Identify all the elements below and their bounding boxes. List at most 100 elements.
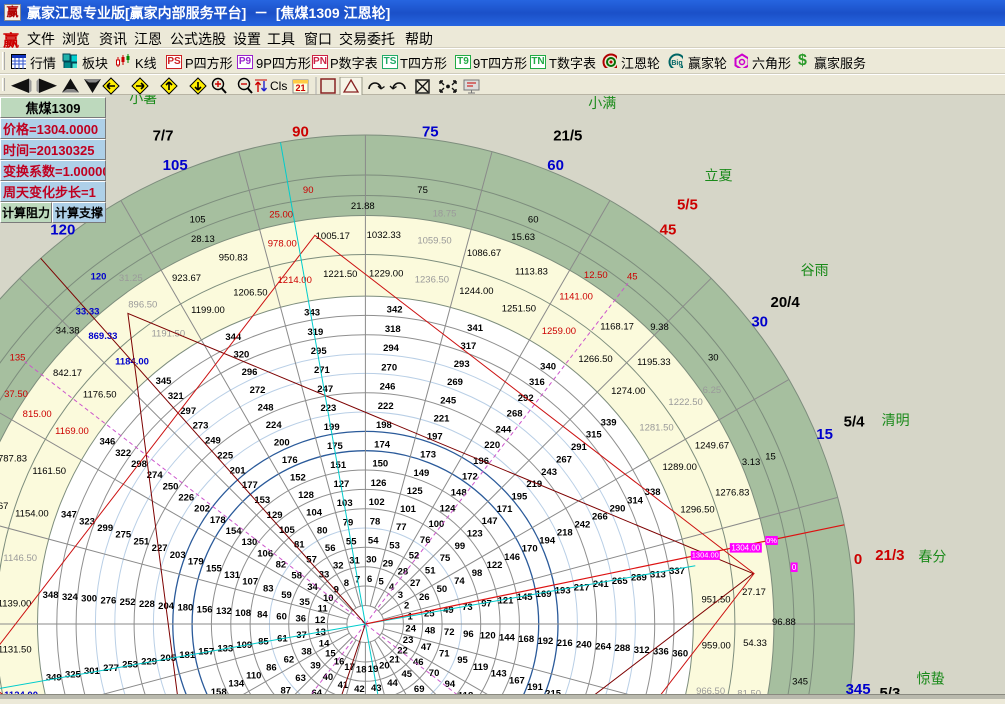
svg-text:1032.33: 1032.33 — [367, 230, 401, 241]
svg-text:226: 226 — [178, 493, 194, 504]
svg-text:173: 173 — [420, 450, 436, 461]
svg-text:1169.00: 1169.00 — [55, 426, 89, 437]
svg-text:314: 314 — [627, 495, 644, 506]
svg-text:320: 320 — [233, 350, 249, 361]
svg-text:130: 130 — [241, 537, 257, 548]
svg-text:176: 176 — [282, 455, 298, 466]
svg-text:27.17: 27.17 — [742, 587, 766, 598]
svg-text:35: 35 — [299, 597, 310, 608]
svg-text:6: 6 — [367, 574, 372, 585]
svg-text:102: 102 — [369, 497, 385, 508]
svg-text:240: 240 — [576, 640, 592, 651]
svg-text:216: 216 — [557, 638, 573, 649]
svg-text:152: 152 — [290, 473, 306, 484]
svg-text:815.00: 815.00 — [23, 409, 52, 420]
svg-text:218: 218 — [557, 528, 573, 539]
svg-text:1281.50: 1281.50 — [639, 422, 673, 433]
svg-text:21.88: 21.88 — [351, 201, 375, 212]
svg-text:293: 293 — [454, 359, 470, 370]
svg-text:1251.50: 1251.50 — [502, 303, 536, 314]
svg-text:179: 179 — [188, 557, 204, 568]
svg-text:33.33: 33.33 — [76, 307, 100, 318]
svg-text:950.83: 950.83 — [219, 253, 248, 264]
svg-text:787.83: 787.83 — [0, 453, 27, 464]
svg-text:21: 21 — [295, 83, 305, 93]
svg-text:300: 300 — [81, 594, 97, 605]
svg-text:360: 360 — [672, 649, 688, 660]
svg-text:167: 167 — [509, 675, 525, 686]
svg-text:347: 347 — [61, 510, 77, 521]
svg-text:2: 2 — [404, 600, 409, 611]
svg-text:120: 120 — [480, 631, 496, 642]
svg-text:194: 194 — [539, 536, 556, 547]
svg-text:3.13: 3.13 — [742, 457, 761, 468]
svg-text:348: 348 — [43, 590, 59, 601]
svg-text:75: 75 — [422, 123, 439, 140]
svg-text:0: 0 — [854, 551, 862, 568]
svg-text:4: 4 — [389, 582, 395, 593]
svg-text:6.25: 6.25 — [703, 385, 722, 396]
svg-text:106: 106 — [257, 548, 273, 559]
svg-text:222: 222 — [378, 401, 394, 412]
svg-text:1276.83: 1276.83 — [715, 487, 749, 498]
svg-text:174: 174 — [374, 439, 391, 450]
svg-text:29: 29 — [383, 559, 394, 570]
svg-text:18.75: 18.75 — [433, 209, 457, 220]
svg-text:217: 217 — [574, 582, 590, 593]
svg-text:59: 59 — [281, 590, 292, 601]
svg-text:156: 156 — [197, 604, 213, 615]
svg-text:83: 83 — [263, 583, 274, 594]
svg-text:252: 252 — [120, 597, 136, 608]
svg-text:38: 38 — [301, 646, 312, 657]
svg-text:132: 132 — [216, 606, 232, 617]
svg-text:小满: 小满 — [588, 95, 616, 111]
svg-text:1289.00: 1289.00 — [663, 462, 697, 473]
svg-text:193: 193 — [555, 586, 571, 597]
svg-text:5/4: 5/4 — [844, 414, 866, 431]
svg-text:44: 44 — [387, 678, 398, 689]
svg-text:50: 50 — [437, 584, 448, 595]
svg-text:288: 288 — [614, 643, 630, 654]
svg-text:271: 271 — [314, 365, 331, 376]
svg-text:276: 276 — [100, 596, 116, 607]
svg-text:62: 62 — [284, 655, 295, 666]
svg-text:25.00: 25.00 — [269, 210, 293, 221]
svg-text:78: 78 — [370, 516, 381, 527]
svg-text:45: 45 — [402, 669, 413, 680]
svg-text:272: 272 — [250, 385, 266, 396]
svg-text:248: 248 — [258, 402, 274, 413]
svg-text:谷雨: 谷雨 — [801, 262, 829, 278]
svg-text:104: 104 — [306, 508, 323, 519]
svg-text:72: 72 — [444, 627, 455, 638]
svg-text:100: 100 — [428, 519, 444, 530]
svg-text:153: 153 — [254, 495, 270, 506]
svg-text:177: 177 — [242, 480, 258, 491]
svg-text:21/5: 21/5 — [553, 127, 582, 144]
svg-text:Cls: Cls — [270, 79, 287, 93]
svg-text:203: 203 — [170, 550, 186, 561]
svg-text:294: 294 — [383, 343, 400, 354]
svg-text:95: 95 — [457, 655, 468, 666]
svg-text:978.00: 978.00 — [268, 239, 297, 250]
svg-text:1195.33: 1195.33 — [637, 357, 671, 368]
svg-text:321: 321 — [168, 391, 185, 402]
svg-text:168: 168 — [518, 634, 534, 645]
svg-text:21/3: 21/3 — [875, 547, 904, 564]
svg-text:105: 105 — [190, 214, 206, 225]
svg-text:154: 154 — [226, 526, 243, 537]
svg-text:180: 180 — [177, 603, 193, 614]
svg-text:12.50: 12.50 — [584, 270, 608, 281]
svg-text:170: 170 — [522, 544, 538, 555]
svg-text:1176.50: 1176.50 — [83, 389, 117, 400]
svg-text:1113.83: 1113.83 — [515, 267, 548, 278]
svg-text:9.38: 9.38 — [650, 322, 669, 333]
svg-text:341: 341 — [467, 323, 484, 334]
svg-text:246: 246 — [380, 382, 396, 393]
svg-text:120: 120 — [91, 272, 107, 283]
svg-text:295: 295 — [311, 346, 328, 357]
svg-text:1141.00: 1141.00 — [559, 291, 593, 302]
svg-text:315: 315 — [586, 430, 603, 441]
svg-text:1304.00: 1304.00 — [692, 551, 719, 560]
svg-text:265: 265 — [612, 576, 629, 587]
svg-text:54: 54 — [368, 536, 379, 547]
